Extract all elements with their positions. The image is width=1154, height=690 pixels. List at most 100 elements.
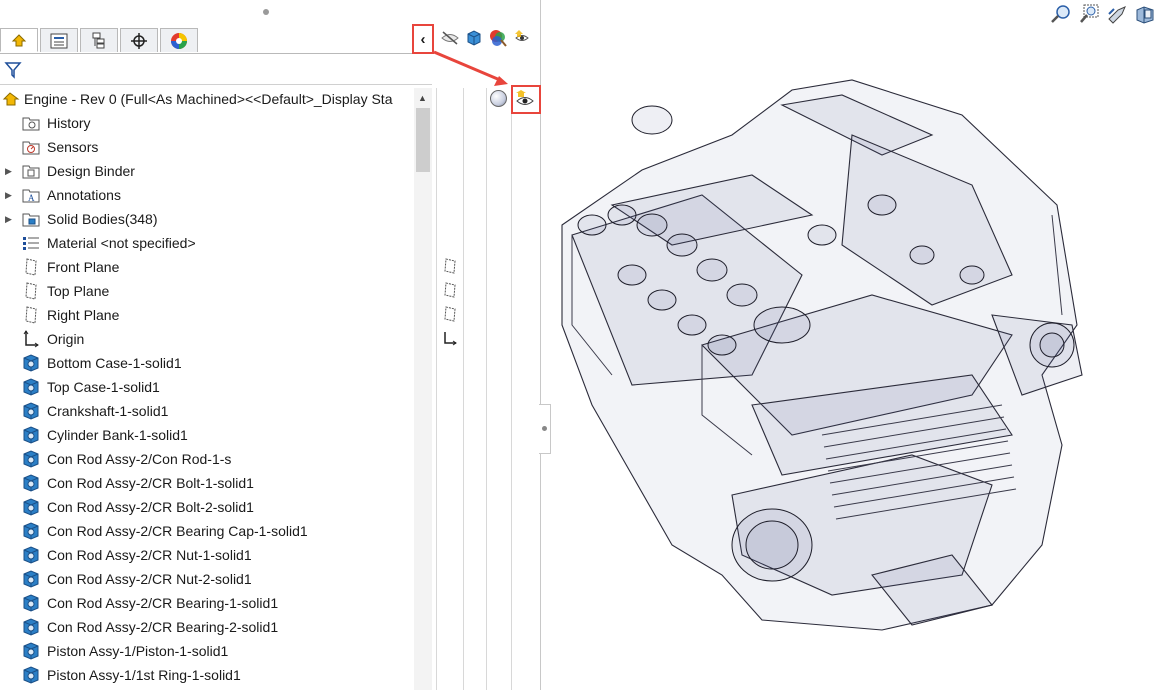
color-wheel-icon	[171, 32, 187, 49]
expand-arrow-icon[interactable]: ▶	[5, 166, 13, 177]
configurationmanager-icon	[92, 32, 105, 48]
tree-item-label: History	[47, 115, 91, 131]
tree-item[interactable]: Con Rod Assy-2/CR Bolt-1-solid1	[0, 471, 414, 495]
tree-item[interactable]: Piston Assy-1/1st Ring-1-solid1	[0, 663, 414, 687]
tab-featuremanager[interactable]	[0, 28, 38, 52]
history-folder-icon	[22, 114, 40, 132]
expand-arrow-icon[interactable]: ▶	[5, 214, 13, 225]
zoom-to-area-icon[interactable]	[1078, 4, 1100, 24]
plane-icon	[22, 282, 40, 300]
section-view-icon[interactable]	[1134, 4, 1154, 24]
origin-visibility-icon[interactable]	[442, 330, 458, 346]
display-pane-column-hide	[436, 88, 464, 690]
tree-item[interactable]: Right Plane	[0, 303, 414, 327]
tree-item-label: Top Case-1-solid1	[47, 379, 160, 395]
tree-item-label: Front Plane	[47, 259, 120, 275]
tree-item[interactable]: ▶ Design Binder	[0, 159, 414, 183]
tree-item-label: Con Rod Assy-2/CR Nut-1-solid1	[47, 547, 252, 563]
tree-item-label: Con Rod Assy-2/CR Bearing-1-solid1	[47, 595, 279, 611]
tree-item[interactable]: Con Rod Assy-2/CR Nut-1-solid1	[0, 543, 414, 567]
tree-scrollbar[interactable]	[414, 88, 432, 690]
tree-item-label: Right Plane	[47, 307, 120, 323]
solid-body-icon	[22, 402, 40, 420]
tree-item[interactable]: History	[0, 111, 414, 135]
tree-item[interactable]: Material <not specified>	[0, 231, 414, 255]
previous-view-icon[interactable]	[1106, 4, 1128, 24]
tree-item[interactable]: Top Case-1-solid1	[0, 375, 414, 399]
solid-body-icon	[22, 474, 40, 492]
tree-item[interactable]: ▶ Solid Bodies(348)	[0, 207, 414, 231]
plane-visibility-icon[interactable]	[442, 258, 458, 274]
filter-icon[interactable]	[4, 61, 22, 79]
tab-configurationmanager[interactable]	[80, 28, 118, 52]
tree-item-label: Con Rod Assy-2/Con Rod-1-s	[47, 451, 232, 467]
tree-item[interactable]: Con Rod Assy-2/Con Rod-1-s	[0, 447, 414, 471]
sensors-icon	[22, 138, 40, 156]
solid-body-icon	[22, 450, 40, 468]
tree-item[interactable]: Origin	[0, 327, 414, 351]
tree-filter-row[interactable]	[0, 56, 432, 85]
solid-body-icon	[22, 594, 40, 612]
tree-item[interactable]: Crankshaft-1-solid1	[0, 399, 414, 423]
display-mode-shaded-icon[interactable]	[490, 90, 507, 107]
material-icon	[22, 234, 40, 252]
tab-dimxpertmanager[interactable]	[120, 28, 158, 52]
tree-item[interactable]: Con Rod Assy-2/CR Nut-2-solid1	[0, 567, 414, 591]
appearance-icon[interactable]	[488, 28, 508, 48]
solid-body-icon	[22, 570, 40, 588]
panel-splitter-grip[interactable]	[539, 404, 551, 454]
view-toolbar	[1050, 4, 1154, 24]
tree-item[interactable]: Cylinder Bank-1-solid1	[0, 423, 414, 447]
scroll-thumb[interactable]	[416, 108, 430, 172]
tree-item-label: Con Rod Assy-2/CR Bolt-2-solid1	[47, 499, 254, 515]
tree-item-label: Sensors	[47, 139, 99, 155]
scroll-up-icon[interactable]: ▲	[418, 93, 427, 103]
solid-body-icon	[22, 378, 40, 396]
tree-item[interactable]: Top Plane	[0, 279, 414, 303]
solid-body-icon	[22, 666, 40, 684]
tree-item[interactable]: Con Rod Assy-2/CR Bearing Cap-1-solid1	[0, 519, 414, 543]
tree-item[interactable]: Con Rod Assy-2/CR Bearing-1-solid1	[0, 591, 414, 615]
transparency-icon[interactable]	[512, 28, 532, 48]
solid-bodies-icon	[22, 210, 40, 228]
zoom-to-fit-icon[interactable]	[1050, 4, 1072, 24]
tree-item[interactable]: Front Plane	[0, 255, 414, 279]
chevron-left-icon: ‹	[420, 30, 426, 48]
tree-item-label: Con Rod Assy-2/CR Nut-2-solid1	[47, 571, 252, 587]
display-mode-icon[interactable]	[464, 28, 484, 48]
tree-item[interactable]: Bottom Case-1-solid1	[0, 351, 414, 375]
solid-body-icon	[22, 498, 40, 516]
tree-item-label: Crankshaft-1-solid1	[47, 403, 169, 419]
tree-item-label: Annotations	[47, 187, 121, 203]
tree-item-label: Material <not specified>	[47, 235, 196, 251]
tree-item[interactable]: Con Rod Assy-2/CR Bolt-2-solid1	[0, 495, 414, 519]
feature-manager-panel: ‹ Engine - Rev 0 (Full<As Machined><<Def…	[0, 0, 541, 690]
solid-body-icon	[22, 546, 40, 564]
plane-visibility-icon[interactable]	[442, 282, 458, 298]
tree-item[interactable]: Con Rod Assy-2/CR Bearing-2-solid1	[0, 615, 414, 639]
design-binder-icon	[22, 162, 40, 180]
crosshair-icon	[131, 32, 147, 49]
svg-text:A: A	[28, 193, 35, 203]
hide-show-icon[interactable]	[440, 28, 460, 48]
expand-arrow-icon[interactable]: ▶	[5, 190, 13, 201]
tree-root-part[interactable]: Engine - Rev 0 (Full<As Machined><<Defau…	[2, 88, 430, 110]
tree-item[interactable]: ▶ A Annotations	[0, 183, 414, 207]
tree-item-label: Bottom Case-1-solid1	[47, 355, 182, 371]
tree-item-label: Origin	[47, 331, 85, 347]
featuremanager-icon	[11, 34, 27, 47]
3d-engine-model[interactable]	[552, 75, 1152, 690]
tree-item-label: Solid Bodies(348)	[47, 211, 158, 227]
display-pane-column-transparency	[512, 88, 538, 690]
origin-icon	[22, 330, 40, 348]
collapse-display-pane-button[interactable]: ‹	[412, 24, 434, 54]
tree-item[interactable]: Piston Assy-1/Piston-1-solid1	[0, 639, 414, 663]
tab-displaymanager[interactable]	[160, 28, 198, 52]
tree-item-label: Piston Assy-1/Piston-1-solid1	[47, 643, 229, 659]
panel-resize-grip[interactable]	[263, 9, 269, 15]
tab-propertymanager[interactable]	[40, 28, 78, 52]
transparency-highlight	[511, 85, 541, 114]
tree-item[interactable]: Sensors	[0, 135, 414, 159]
tree-item-label: Con Rod Assy-2/CR Bolt-1-solid1	[47, 475, 254, 491]
plane-visibility-icon[interactable]	[442, 306, 458, 322]
